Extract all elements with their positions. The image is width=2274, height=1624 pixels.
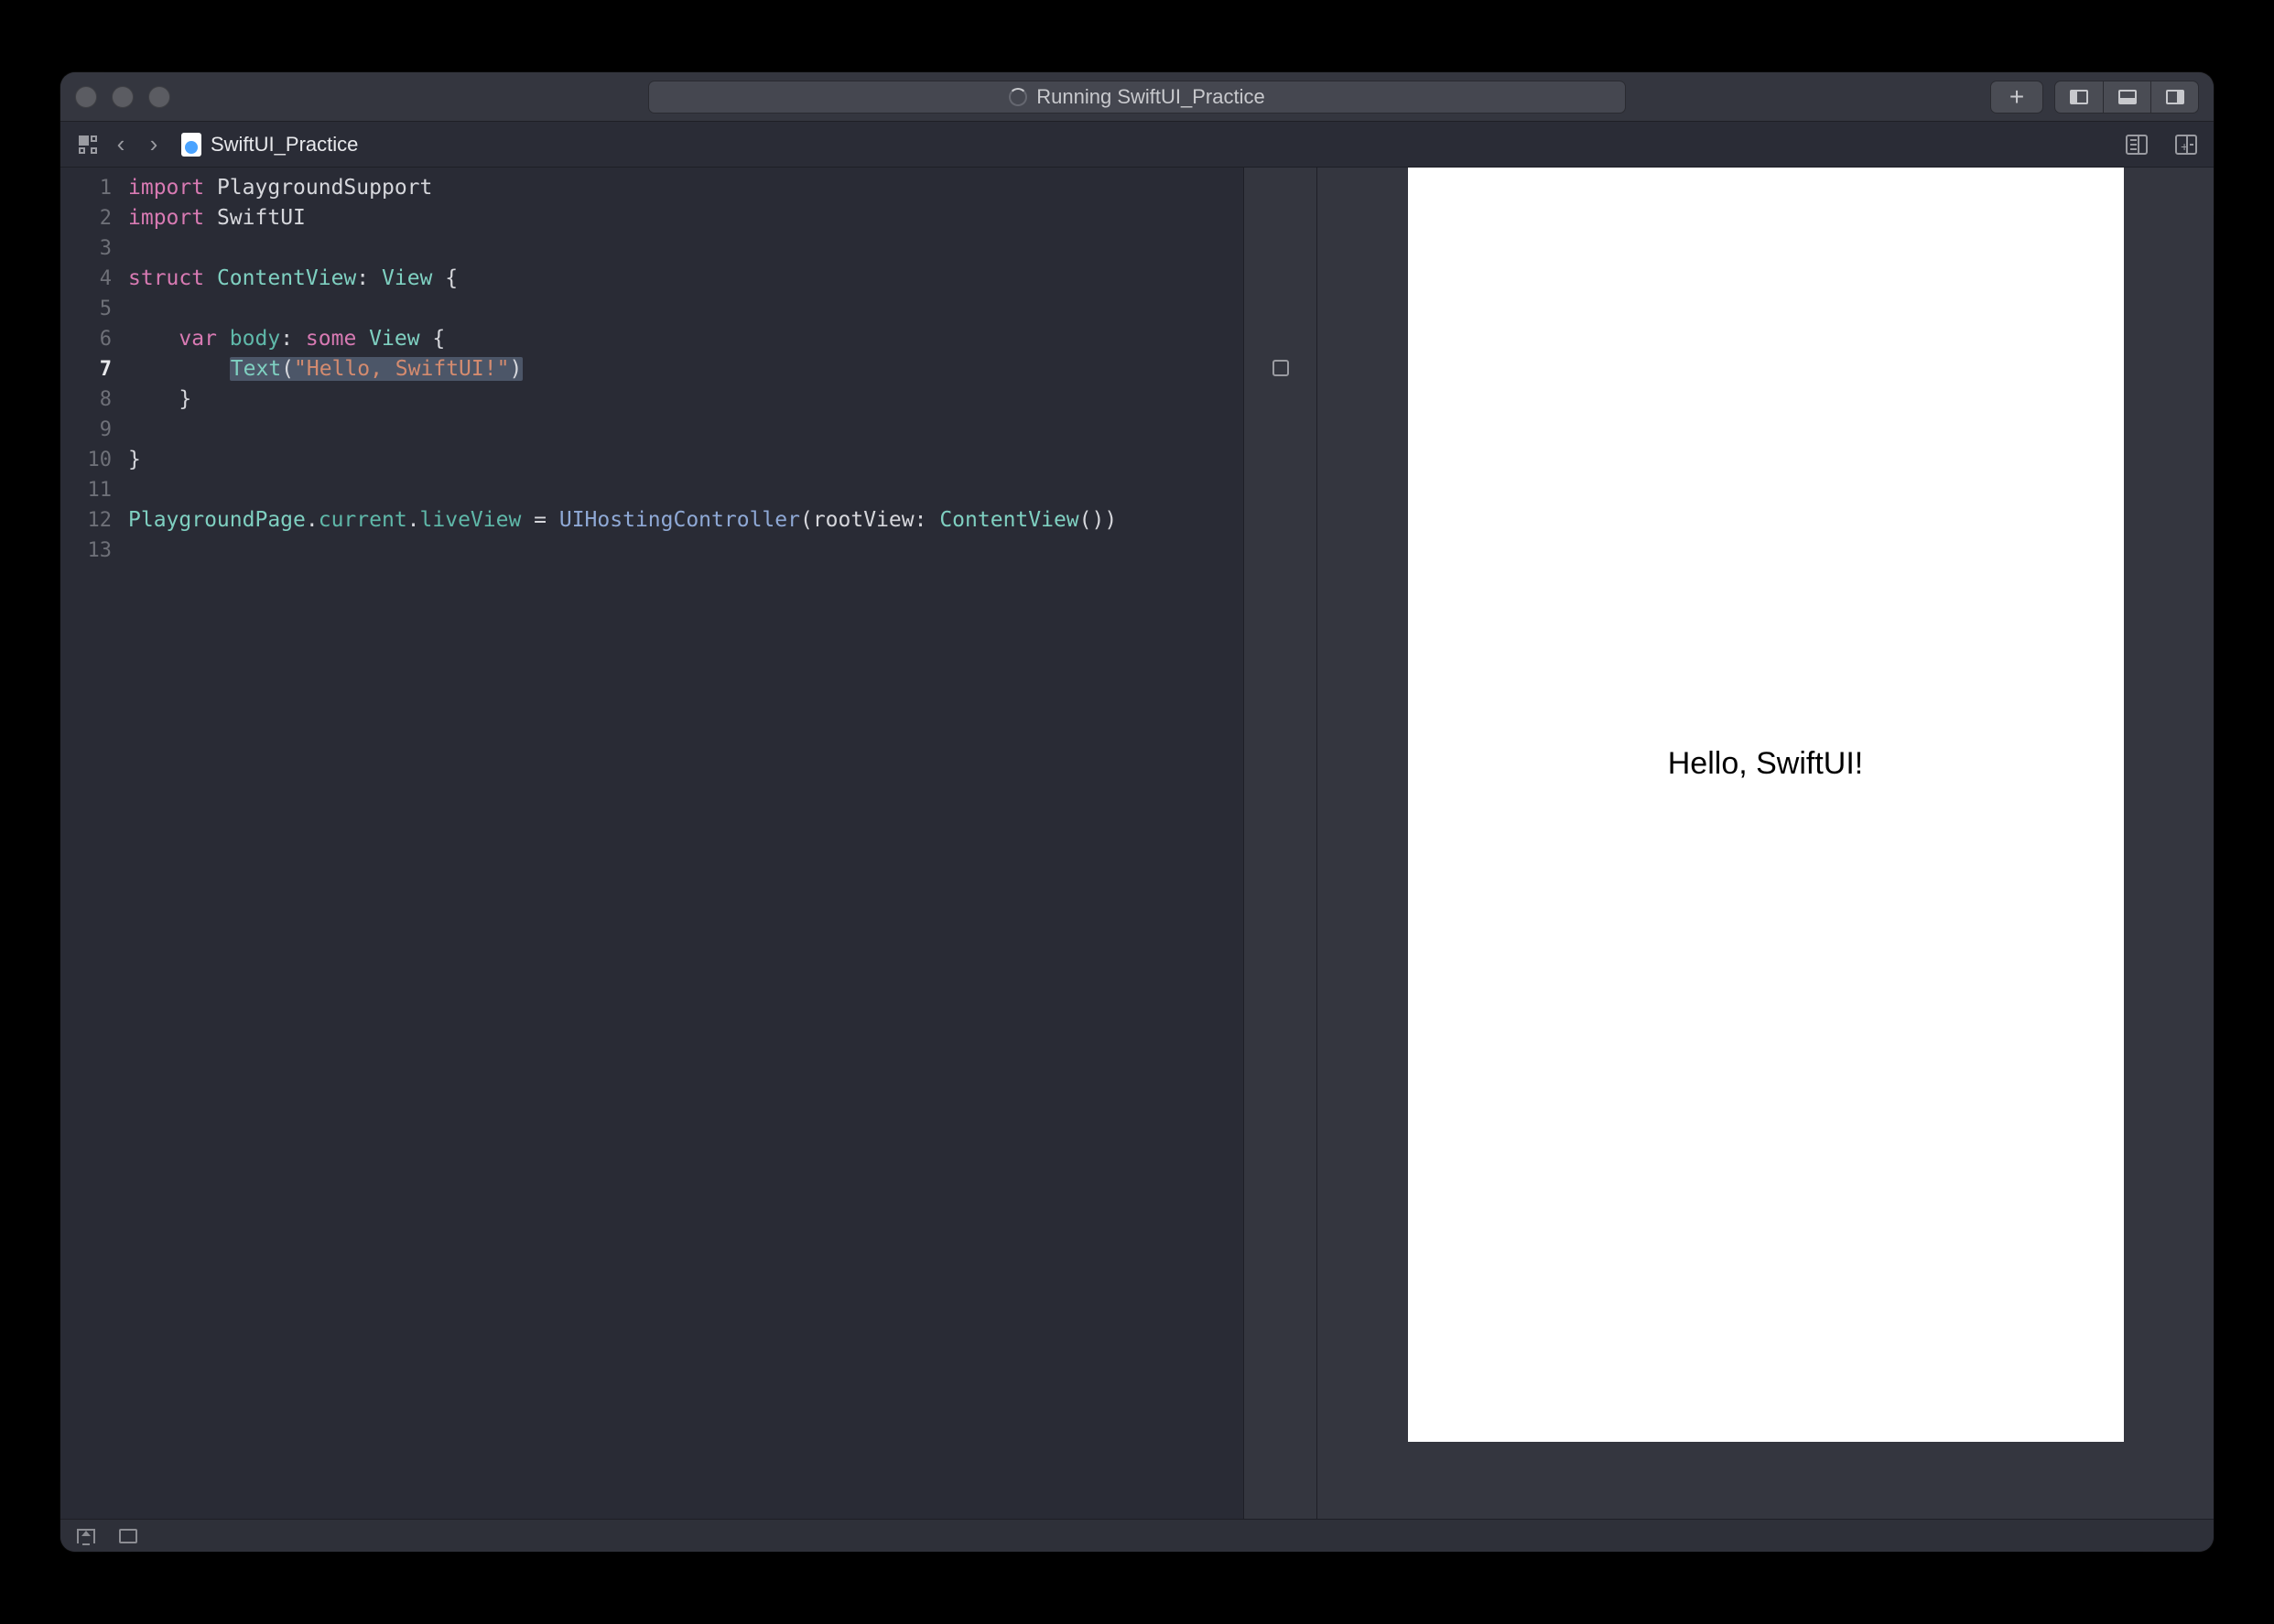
quick-look-result-button[interactable] <box>1272 360 1289 376</box>
zoom-window-button[interactable] <box>148 86 170 108</box>
code-text[interactable]: import PlaygroundSupport import SwiftUI … <box>128 168 1243 1519</box>
swift-file-icon <box>181 133 201 157</box>
line-number: 10 <box>60 445 128 475</box>
toggle-bottom-panel-button[interactable] <box>2103 81 2150 113</box>
lines-panel-icon <box>2126 135 2148 155</box>
related-items-button[interactable] <box>71 128 104 161</box>
xcode-window: Running SwiftUI_Practice + ‹ › SwiftUI_P… <box>60 72 2214 1552</box>
add-button[interactable]: + <box>1990 81 2043 114</box>
results-sidebar <box>1243 168 1316 1519</box>
toggle-right-panel-button[interactable] <box>2150 81 2198 113</box>
editor-options: + <box>2120 128 2203 161</box>
activity-status[interactable]: Running SwiftUI_Practice <box>648 81 1626 114</box>
jump-bar: ‹ › SwiftUI_Practice + <box>60 122 2214 168</box>
main-area: 1 2 3 4 5 6 7 8 9 10 11 12 13 import Pla… <box>60 168 2214 1519</box>
line-number: 2 <box>60 203 128 233</box>
right-panel-icon <box>2166 90 2184 104</box>
selected-code: Text("Hello, SwiftUI!") <box>230 357 524 381</box>
line-gutter: 1 2 3 4 5 6 7 8 9 10 11 12 13 <box>60 168 128 1519</box>
close-window-button[interactable] <box>75 86 97 108</box>
line-number: 11 <box>60 475 128 505</box>
grid-icon <box>79 135 97 154</box>
line-number: 4 <box>60 264 128 294</box>
add-assistant-editor-button[interactable]: + <box>2170 128 2203 161</box>
line-number: 1 <box>60 173 128 203</box>
panel-toggle-group <box>2054 81 2199 114</box>
titlebar: Running SwiftUI_Practice + <box>60 72 2214 122</box>
status-text: Running SwiftUI_Practice <box>1036 85 1264 109</box>
window-controls <box>75 86 170 108</box>
stop-execution-button[interactable] <box>119 1529 137 1543</box>
live-view-canvas[interactable]: Hello, SwiftUI! <box>1408 168 2124 1442</box>
line-number: 13 <box>60 536 128 566</box>
line-number-current: 7 <box>60 354 128 384</box>
line-number: 9 <box>60 415 128 445</box>
editor-layout-button[interactable] <box>2120 128 2153 161</box>
line-number: 3 <box>60 233 128 264</box>
nav-forward-button[interactable]: › <box>137 128 170 161</box>
left-panel-icon <box>2070 90 2088 104</box>
titlebar-right: + <box>1990 81 2199 114</box>
line-number: 12 <box>60 505 128 536</box>
spinner-icon <box>1009 88 1027 106</box>
preview-text: Hello, SwiftUI! <box>1668 746 1864 782</box>
breadcrumb-file[interactable]: SwiftUI_Practice <box>181 133 358 157</box>
line-number: 8 <box>60 384 128 415</box>
bottom-panel-icon <box>2118 90 2137 104</box>
line-number: 6 <box>60 324 128 354</box>
line-number: 5 <box>60 294 128 324</box>
file-name-label: SwiftUI_Practice <box>211 133 358 157</box>
minimize-window-button[interactable] <box>112 86 134 108</box>
split-panel-icon: + <box>2175 135 2197 155</box>
toggle-left-panel-button[interactable] <box>2055 81 2103 113</box>
nav-back-button[interactable]: ‹ <box>104 128 137 161</box>
debug-bar <box>60 1519 2214 1552</box>
code-editor[interactable]: 1 2 3 4 5 6 7 8 9 10 11 12 13 import Pla… <box>60 168 1243 1519</box>
toggle-debug-area-button[interactable] <box>77 1529 95 1543</box>
live-view-pane: Hello, SwiftUI! <box>1316 168 2214 1519</box>
